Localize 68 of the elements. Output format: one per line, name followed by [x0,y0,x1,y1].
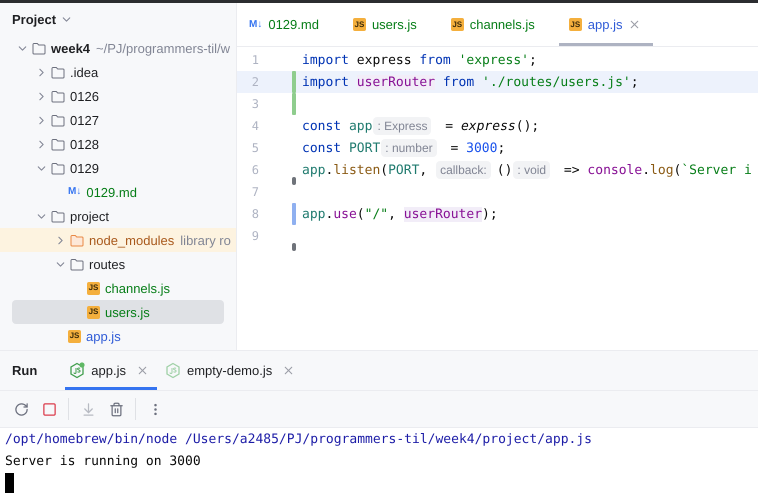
tree-item-label[interactable]: .idea [70,64,98,80]
line-number: 8 [250,207,259,221]
tree-item-label[interactable]: users.js [105,304,150,320]
folder-icon [32,42,46,54]
folder-icon [70,234,84,246]
code-line: import express from 'express'; [302,52,537,68]
tree-item-label[interactable]: 0129 [70,160,99,176]
line-number: 7 [250,185,259,199]
console-line: Server is running on 3000 [5,452,202,470]
tree-item-label[interactable]: channels.js [105,280,170,296]
path-note: library ro [180,232,231,248]
code-line: app.use("/", userRouter); [302,206,498,222]
js-file-icon: JS [87,282,100,294]
tree-item-label[interactable]: 0128 [70,136,99,152]
panel-title: Run [12,363,38,378]
editor-tab[interactable]: JS app.js [558,3,654,46]
tree-item-label[interactable]: node_modules [89,232,174,248]
added-change-marker[interactable] [292,93,296,115]
close-icon[interactable] [136,364,149,377]
folder-icon [51,114,65,126]
folder-icon [51,66,65,78]
modified-change-marker[interactable] [292,203,296,225]
tree-item-label[interactable]: routes [89,256,126,272]
tree-item-label[interactable]: week4 [51,40,90,56]
added-change-marker[interactable] [292,71,296,93]
editor-tab[interactable]: M↓ 0129.md [239,3,331,46]
folder-icon [70,258,84,270]
line-number: 9 [250,229,259,243]
line-number: 2 [250,75,259,89]
run-tab[interactable]: empty-demo.js [160,351,304,390]
tree-item-label[interactable]: 0129.md [86,184,137,200]
markdown-file-icon: M↓ [68,187,82,197]
tree-item-label[interactable]: 0126 [70,88,99,104]
js-file-icon: JS [352,18,366,31]
folder-icon [51,162,65,174]
console-line: /opt/homebrew/bin/node /Users/a2485/PJ/programmers-til/week4/project/app.js [5,430,593,448]
text-cursor [5,473,14,493]
markdown-file-icon: M↓ [249,20,262,30]
line-number: 6 [250,163,259,177]
code-line: app.listen(PORT, callback: () : void => console.log(`Server i [302,162,752,178]
tree-item-label[interactable]: project [70,208,110,224]
close-icon[interactable] [282,364,296,377]
editor-tab[interactable]: JS channels.js [440,3,547,46]
path-note: ~/PJ/programmers-til/w [96,40,230,56]
tree-item-label[interactable]: 0127 [70,112,99,128]
selected-tree-row[interactable]: JS users.js [12,300,224,324]
line-number: 4 [250,119,259,133]
code-line: const app : Express = express(); [302,118,540,134]
js-file-icon: JS [450,18,464,31]
close-icon[interactable] [628,18,642,31]
line-number: 1 [250,53,259,67]
js-file-icon: JS [68,330,81,342]
folder-icon [51,90,65,102]
line-number: 3 [250,97,259,111]
highlighted-tree-row[interactable]: node_modules library ro [0,228,236,252]
js-file-icon: JS [87,306,100,318]
tree-item-label[interactable]: app.js [86,328,121,344]
folder-icon [51,210,65,222]
run-tab[interactable]: app.js [65,351,157,390]
sidebar-title[interactable]: Project [12,12,56,27]
js-file-icon: JS [568,18,582,31]
code-line: import userRouter from './routes/users.js'; [302,74,639,90]
folder-icon [51,138,65,150]
editor-tab[interactable]: JS users.js [342,3,429,46]
gutter-marker [292,177,296,185]
code-line: const PORT : number = 3000; [302,140,506,156]
gutter-marker [292,243,296,251]
line-number: 5 [250,141,259,155]
